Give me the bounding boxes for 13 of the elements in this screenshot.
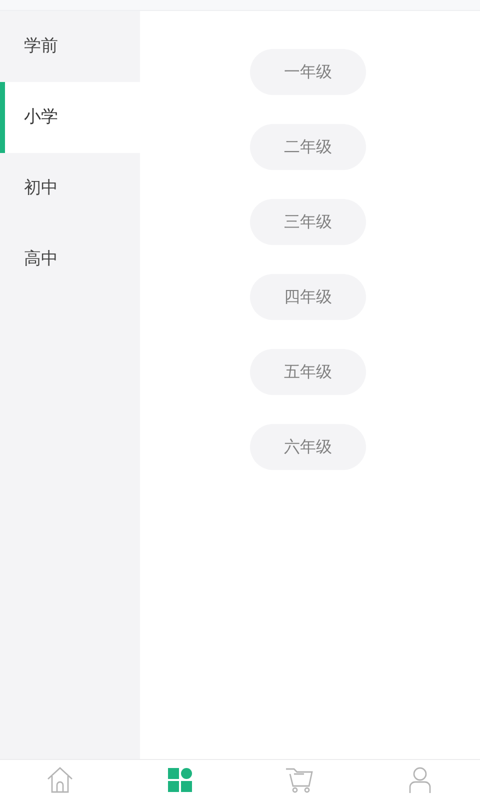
grade-button[interactable]: 三年级	[250, 199, 366, 245]
category-icon[interactable]	[167, 767, 193, 793]
sidebar-item[interactable]: 学前	[0, 11, 140, 82]
grade-button[interactable]: 五年级	[250, 349, 366, 395]
grade-button[interactable]: 六年级	[250, 424, 366, 470]
cart-icon[interactable]	[284, 766, 316, 794]
sidebar-item[interactable]: 小学	[0, 82, 140, 153]
grade-button[interactable]: 四年级	[250, 274, 366, 320]
sidebar-item[interactable]: 高中	[0, 224, 140, 295]
grade-button[interactable]: 二年级	[250, 124, 366, 170]
sidebar-item[interactable]: 初中	[0, 153, 140, 224]
grade-button[interactable]: 一年级	[250, 49, 366, 95]
home-icon[interactable]	[46, 766, 74, 794]
